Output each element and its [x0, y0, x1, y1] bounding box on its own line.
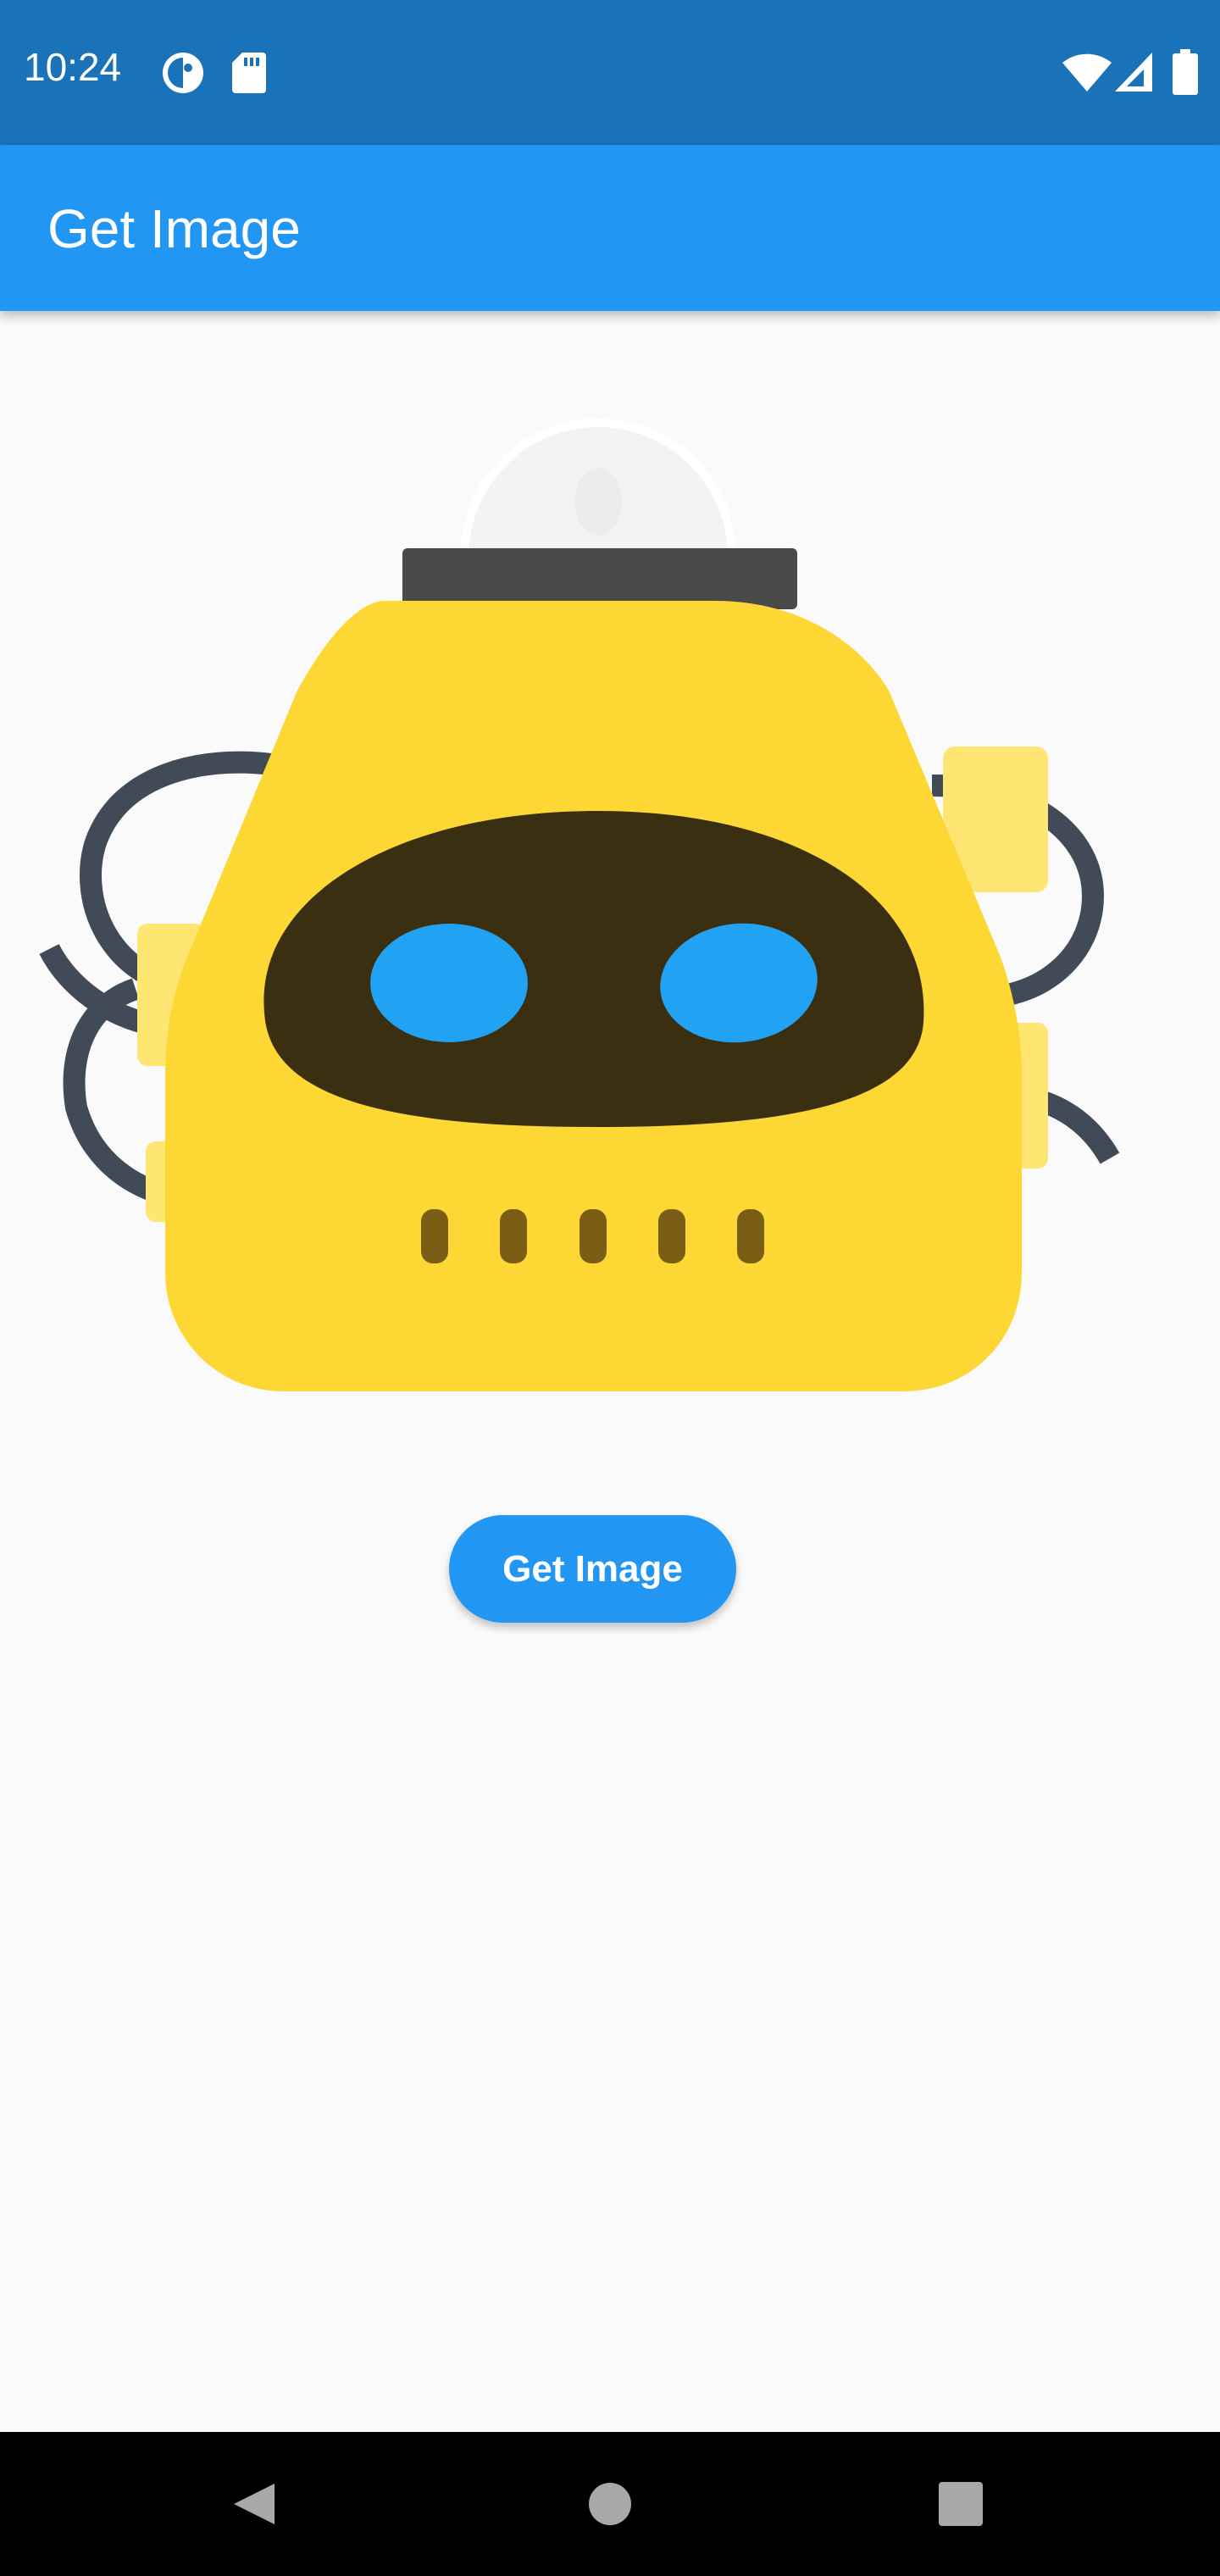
cellular-signal-icon: [1115, 53, 1152, 96]
antenna-base: [402, 548, 797, 609]
battery-icon: [1173, 49, 1198, 99]
wifi-icon: [1062, 53, 1112, 96]
app-bar: Get Image: [0, 145, 1220, 311]
page-title: Get Image: [47, 198, 301, 259]
robot-illustration: [39, 419, 1120, 1391]
get-image-button[interactable]: Get Image: [449, 1515, 736, 1623]
status-bar: 10:24: [0, 0, 1220, 145]
main-content: Get Image: [0, 311, 1220, 2432]
sd-card-icon: [232, 53, 266, 97]
recents-icon[interactable]: [918, 2462, 1003, 2546]
navigation-bar: [0, 2432, 1220, 2576]
back-icon[interactable]: [212, 2462, 297, 2546]
antenna-dome: [460, 419, 736, 558]
status-time: 10:24: [24, 45, 122, 89]
data-saver-icon: [161, 51, 205, 99]
home-icon[interactable]: [568, 2462, 652, 2546]
robot-left-eye: [370, 924, 528, 1042]
app-screen: 10:24 Get Image Get Image: [0, 0, 1220, 2576]
